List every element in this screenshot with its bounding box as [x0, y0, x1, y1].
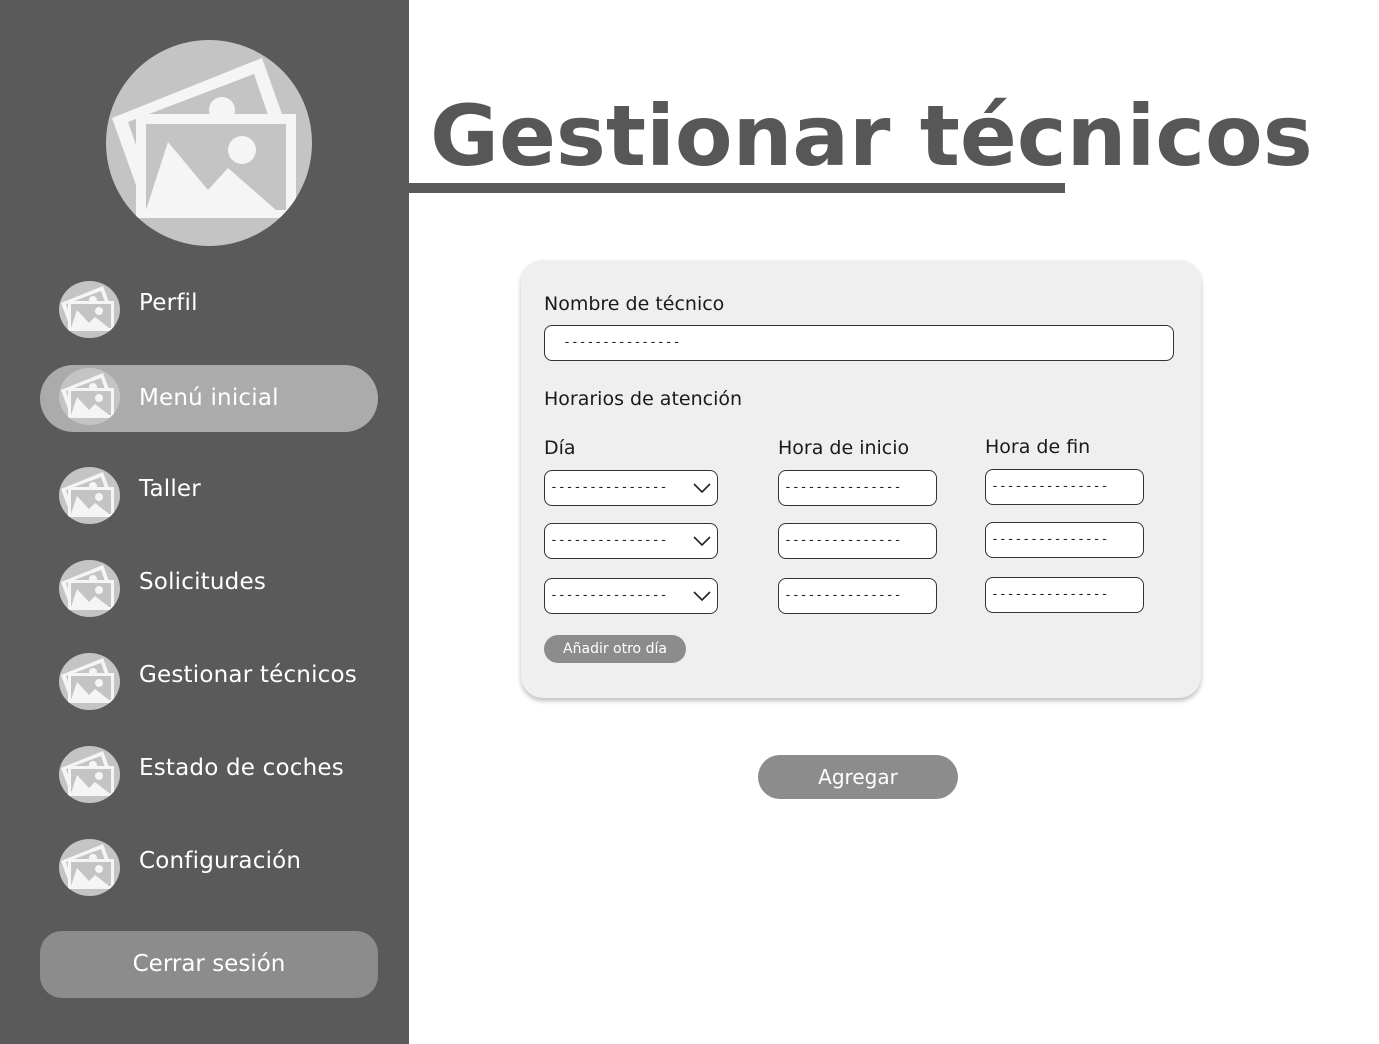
image-placeholder-icon — [61, 658, 114, 703]
end-time-input[interactable]: --------------- — [985, 577, 1144, 613]
end-time-input[interactable]: --------------- — [985, 522, 1144, 558]
title-underline — [409, 183, 1065, 193]
image-placeholder-icon — [61, 472, 114, 517]
agregar-button[interactable]: Agregar — [758, 755, 958, 799]
sidebar-item-label: Menú inicial — [139, 385, 279, 411]
day-column-header: Día — [544, 437, 576, 459]
image-placeholder-icon — [61, 286, 114, 331]
chevron-down-icon — [693, 483, 711, 494]
nav-icon-wrap — [59, 746, 120, 803]
sidebar-item-perfil[interactable]: Perfil — [40, 270, 378, 338]
image-placeholder-icon — [61, 565, 114, 610]
day-select-value: --------------- — [550, 480, 668, 495]
day-select[interactable]: --------------- — [544, 578, 718, 614]
add-day-button[interactable]: Añadir otro día — [544, 635, 686, 663]
sidebar: Perfil Menú inicial Taller Solicitudes G… — [0, 0, 409, 1044]
image-placeholder-icon — [112, 58, 296, 218]
end-time-column-header: Hora de fin — [985, 436, 1091, 458]
sidebar-item-label: Configuración — [139, 848, 302, 874]
day-select[interactable]: --------------- — [544, 470, 718, 506]
start-time-column-header: Hora de inicio — [778, 437, 910, 459]
sidebar-item-label: Taller — [139, 476, 201, 502]
start-time-input[interactable]: --------------- — [778, 523, 937, 559]
end-time-input[interactable]: --------------- — [985, 469, 1144, 505]
nav-icon-wrap — [59, 467, 120, 524]
sidebar-item-solicitudes[interactable]: Solicitudes — [40, 549, 378, 617]
start-time-input[interactable]: --------------- — [778, 470, 937, 506]
technician-name-input[interactable]: --------------- — [544, 325, 1174, 361]
sidebar-item-gestionar-tecnicos[interactable]: Gestionar técnicos — [40, 642, 378, 710]
sidebar-item-menu-inicial[interactable]: Menú inicial — [40, 365, 378, 432]
start-time-input[interactable]: --------------- — [778, 578, 937, 614]
sidebar-item-estado-de-coches[interactable]: Estado de coches — [40, 735, 378, 803]
chevron-down-icon — [693, 591, 711, 602]
image-placeholder-icon — [61, 373, 114, 418]
technician-name-label: Nombre de técnico — [544, 293, 725, 315]
page-title: Gestionar técnicos — [430, 87, 1313, 185]
nav-icon-wrap — [59, 368, 120, 425]
nav-icon-wrap — [59, 281, 120, 338]
sidebar-item-configuracion[interactable]: Configuración — [40, 828, 378, 896]
nav-icon-wrap — [59, 839, 120, 896]
day-select-value: --------------- — [550, 588, 668, 603]
profile-avatar[interactable] — [106, 40, 312, 246]
chevron-down-icon — [693, 536, 711, 547]
sidebar-item-taller[interactable]: Taller — [40, 456, 378, 524]
sidebar-item-label: Solicitudes — [139, 569, 267, 595]
image-placeholder-icon — [61, 751, 114, 796]
sidebar-item-label: Perfil — [139, 290, 198, 316]
nav-icon-wrap — [59, 560, 120, 617]
sidebar-item-label: Gestionar técnicos — [139, 662, 357, 688]
nav-icon-wrap — [59, 653, 120, 710]
day-select-value: --------------- — [550, 533, 668, 548]
image-placeholder-icon — [61, 844, 114, 889]
logout-button[interactable]: Cerrar sesión — [40, 931, 378, 998]
day-select[interactable]: --------------- — [544, 523, 718, 559]
sidebar-item-label: Estado de coches — [139, 755, 344, 781]
schedule-section-label: Horarios de atención — [544, 388, 743, 410]
